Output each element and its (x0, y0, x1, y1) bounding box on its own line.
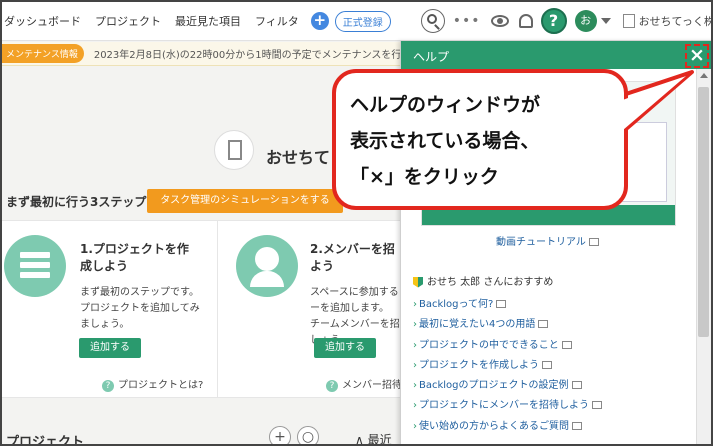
tray-icon (4, 235, 66, 297)
help-link-label: メンバー招待 (342, 380, 402, 391)
help-link-item[interactable]: › 使い始めの方からよくあるご質問 (413, 417, 693, 437)
nav-dashboard[interactable]: ダッシュボード (4, 13, 81, 29)
beginner-mark-icon (413, 276, 423, 288)
avatar[interactable]: お (574, 10, 597, 32)
close-icon: × (689, 44, 705, 66)
recommend-heading: おせち 太郎 さんにおすすめ (413, 273, 553, 288)
help-link-item[interactable]: › プロジェクトにメンバーを招待しよう (413, 396, 693, 416)
help-link-item[interactable]: › プロジェクトの中でできること (413, 336, 693, 356)
person-icon (236, 235, 298, 297)
help-icon[interactable]: ? (540, 8, 567, 34)
add-icon[interactable]: + (310, 12, 329, 30)
help-link-item[interactable]: › Backlogのプロジェクトの設定例 (413, 376, 693, 396)
add-member-button[interactable]: 追加する (314, 338, 376, 358)
screenshot-frame: ダッシュボード プロジェクト 最近見た項目 フィルタ + 正式登録 ••• ? … (0, 0, 713, 446)
external-link-icon (572, 421, 582, 430)
help-link-list: › Backlogって何? › 最初に覚えたい4つの用語 › プロジェクトの中でできる… (413, 295, 693, 437)
steps-heading: まず最初に行う3ステップ (6, 195, 147, 209)
search-icon[interactable] (420, 9, 445, 33)
project-section-title: プロジェクト (6, 435, 85, 446)
chevron-down-icon[interactable] (600, 18, 611, 24)
building-icon (214, 130, 254, 170)
project-help-link[interactable]: ? プロジェクトとは? (102, 376, 203, 392)
nav-filter[interactable]: フィルタ (255, 13, 299, 29)
close-button[interactable]: × (685, 44, 709, 68)
callout-text: ヘルプのウィンドウが 表示されている場合、 「×」をクリック (350, 94, 541, 188)
help-link-item[interactable]: › プロジェクトを作成しよう (413, 356, 693, 376)
simulation-button[interactable]: タスク管理のシミュレーションをする (147, 189, 343, 213)
external-link-icon (588, 238, 599, 246)
help-header: ヘルプ × (401, 41, 711, 69)
step-cards: 1.プロジェクトを作 成しよう まず最初のステップです。 プロジェクトを追加して… (2, 220, 402, 399)
top-navigation: ダッシュボード プロジェクト 最近見た項目 フィルタ + 正式登録 ••• ? … (2, 2, 711, 41)
card-title: 1.プロジェクトを作 成しよう (80, 242, 189, 273)
annotation-callout: ヘルプのウィンドウが 表示されている場合、 「×」をクリック (332, 69, 628, 210)
upgrade-button[interactable]: 正式登録 (334, 10, 391, 32)
search-project-icon[interactable]: ○ (297, 426, 319, 444)
notice-tag: メンテナンス情報 (2, 44, 84, 63)
space-title: おせちて (266, 148, 331, 167)
collapse-icon: ∧ (355, 433, 368, 446)
notification-icon[interactable] (518, 14, 533, 28)
recent-section-title[interactable]: ∧ 最近 (355, 431, 392, 446)
external-link-icon (592, 401, 602, 410)
step-card-project: 1.プロジェクトを作 成しよう まず最初のステップです。 プロジェクトを追加して… (2, 221, 218, 399)
help-title: ヘルプ (413, 50, 450, 64)
more-icon[interactable]: ••• (453, 13, 481, 29)
scroll-up-icon[interactable] (700, 73, 708, 78)
member-help-link[interactable]: ? メンバー招待 (326, 376, 402, 392)
card-description: まず最初のステップです。 プロジェクトを追加してみ ましょう。 (80, 287, 200, 330)
watch-icon[interactable] (490, 15, 509, 27)
question-icon: ? (102, 380, 114, 392)
notice-text[interactable]: 2023年2月8日(水)の22時00分から1時間の予定でメンテナンスを行います (94, 46, 432, 61)
external-link-icon (538, 320, 549, 329)
help-link-label: プロジェクトとは? (118, 380, 204, 391)
add-project-button[interactable]: 追加する (79, 338, 141, 358)
external-link-icon (542, 360, 552, 369)
external-link-icon (561, 340, 572, 349)
scrollbar-thumb[interactable] (698, 87, 709, 337)
external-link-icon (571, 381, 582, 390)
step-card-member: 2.メンバーを招 よう スペースに参加する ーを追加します。 チームメンバーを招… (218, 221, 402, 399)
space-icon (622, 14, 635, 28)
help-link-item[interactable]: › Backlogって何? (413, 295, 693, 315)
add-project-icon[interactable]: + (269, 426, 291, 444)
nav-recent-items[interactable]: 最近見た項目 (175, 13, 241, 29)
external-link-icon (496, 300, 507, 308)
space-name[interactable]: おせちてっく株 (639, 13, 711, 29)
question-icon: ? (326, 380, 338, 392)
nav-project[interactable]: プロジェクト (95, 13, 161, 29)
help-link-item[interactable]: › 最初に覚えたい4つの用語 (413, 315, 693, 335)
video-tutorial-link[interactable]: 動画チュートリアル (496, 233, 599, 248)
